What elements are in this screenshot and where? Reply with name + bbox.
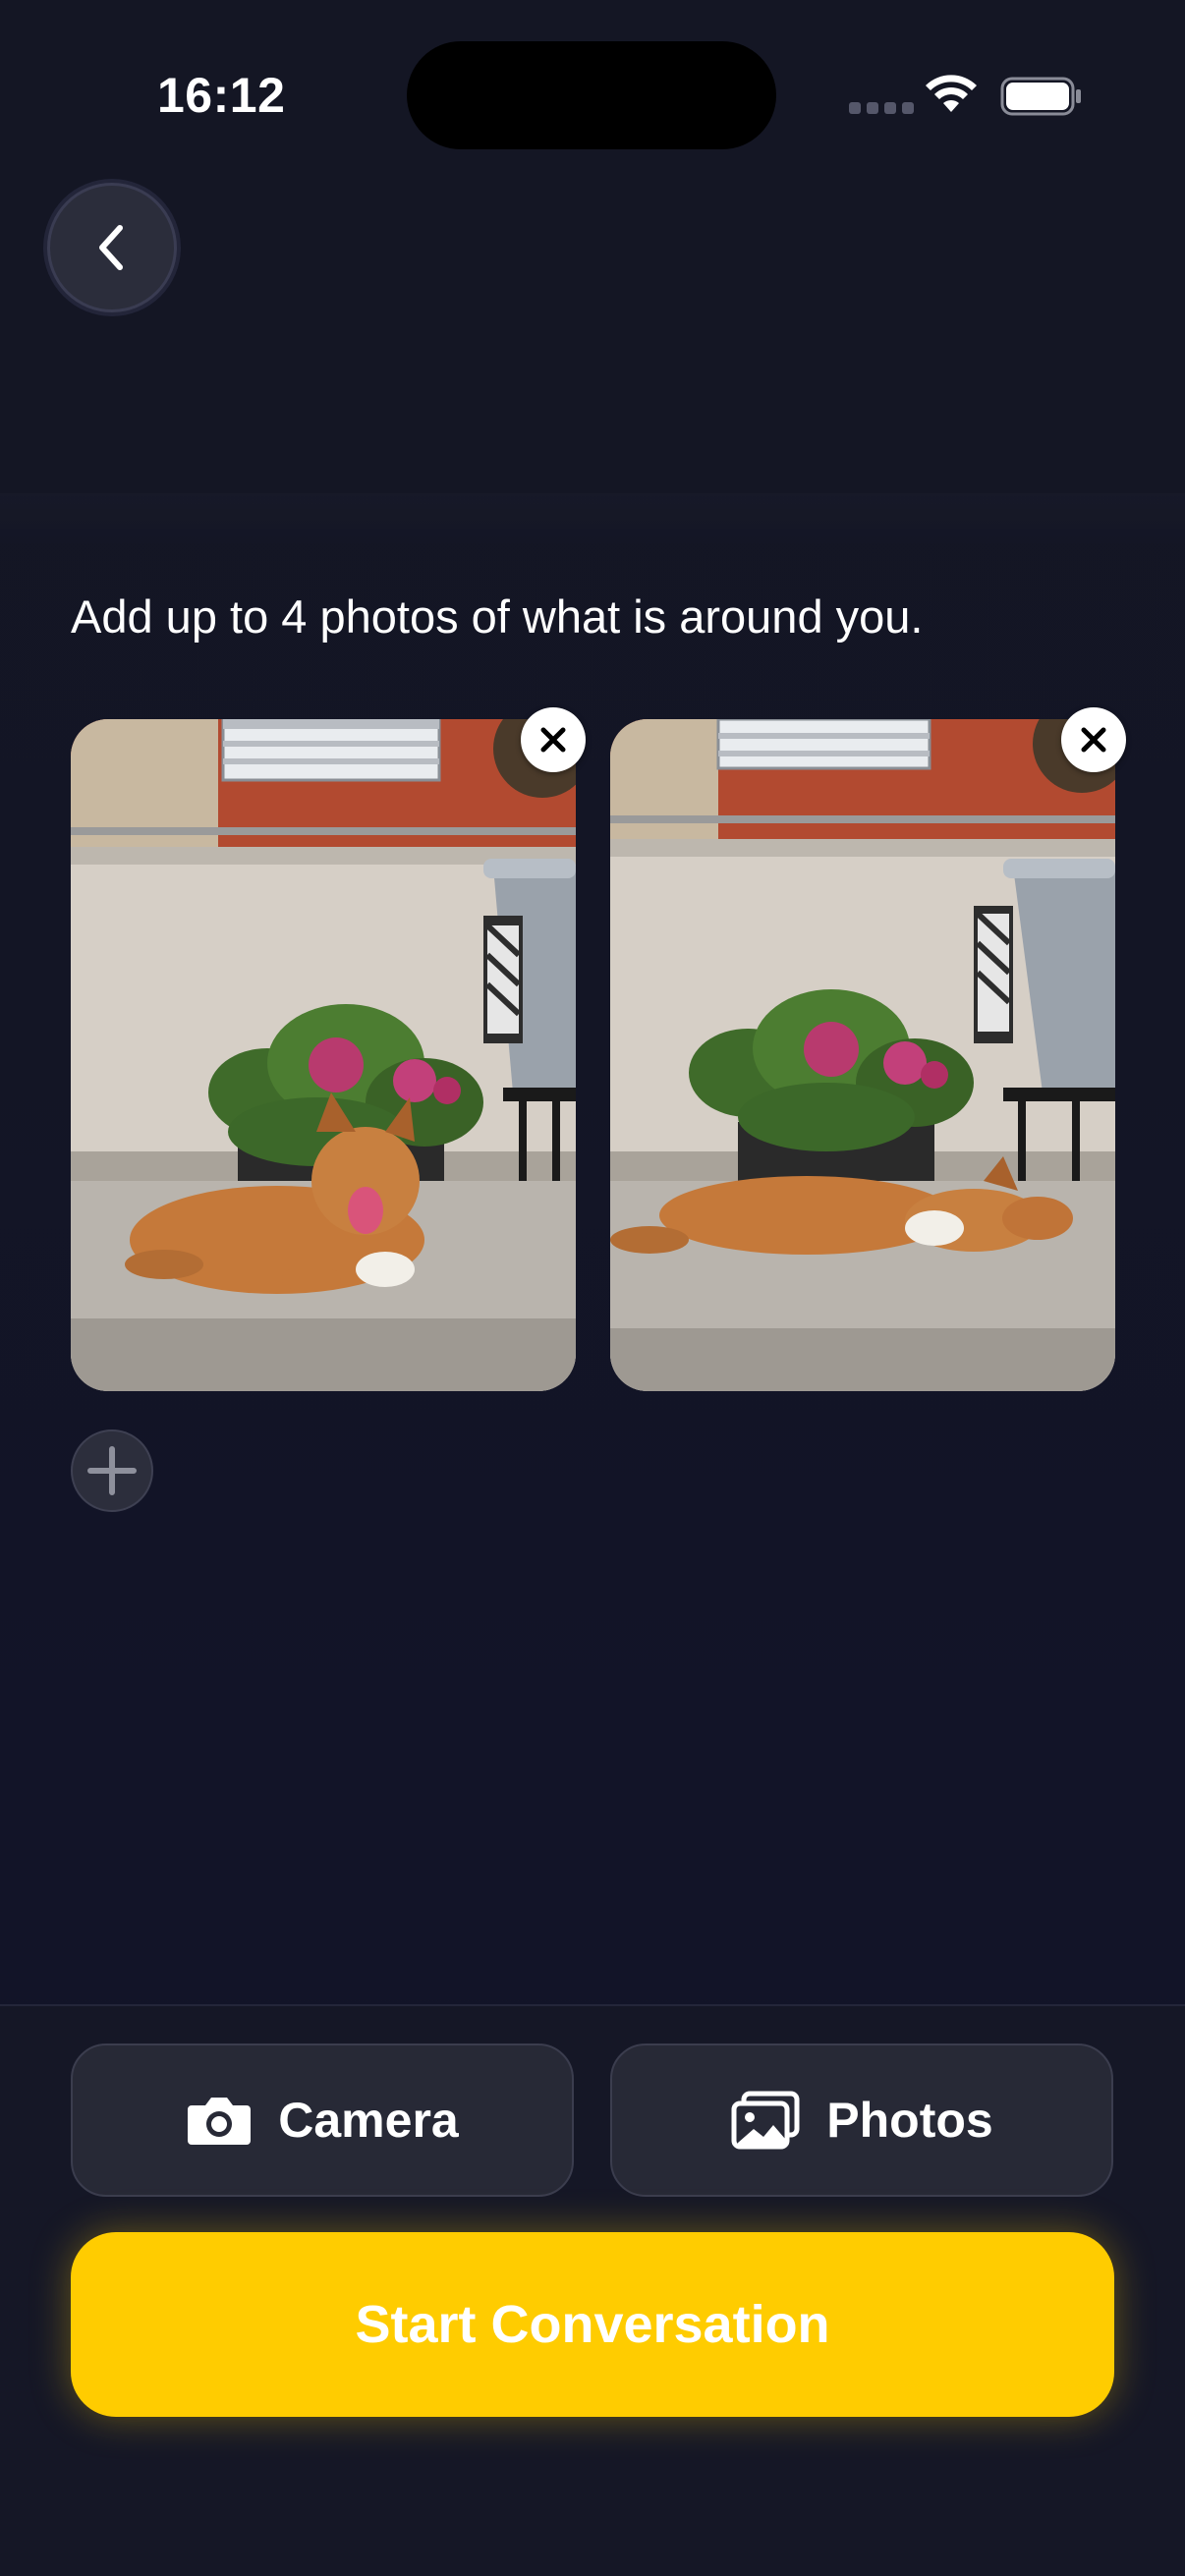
photo-image [610, 719, 1115, 1391]
instruction-text: Add up to 4 photos of what is around you… [71, 590, 924, 643]
battery-icon [1000, 77, 1081, 116]
start-conversation-button[interactable]: Start Conversation [71, 2232, 1114, 2417]
bottom-divider [0, 2004, 1185, 2006]
photos-icon [731, 2091, 800, 2150]
plus-icon [87, 1446, 137, 1495]
cellular-signal-icon [849, 102, 914, 114]
camera-icon [188, 2098, 252, 2145]
photo-image [71, 719, 576, 1391]
chevron-left-icon [99, 225, 123, 270]
add-photo-button[interactable] [71, 1429, 153, 1512]
wifi-icon [926, 75, 977, 112]
remove-photo-button[interactable] [521, 707, 586, 772]
camera-label: Camera [278, 2093, 459, 2148]
close-icon [540, 727, 566, 753]
photo-thumbnail[interactable] [71, 719, 576, 1391]
header-divider [0, 493, 1185, 552]
photo-thumbnail[interactable] [610, 719, 1115, 1391]
start-conversation-label: Start Conversation [355, 2295, 830, 2354]
dynamic-island [407, 41, 776, 149]
back-button[interactable] [47, 183, 177, 312]
photos-label: Photos [826, 2093, 993, 2148]
remove-photo-button[interactable] [1061, 707, 1126, 772]
close-icon [1081, 727, 1106, 753]
status-bar: 16:12 [0, 0, 1185, 157]
status-time: 16:12 [157, 68, 286, 123]
camera-button[interactable]: Camera [71, 2044, 574, 2197]
photos-button[interactable]: Photos [610, 2044, 1113, 2197]
